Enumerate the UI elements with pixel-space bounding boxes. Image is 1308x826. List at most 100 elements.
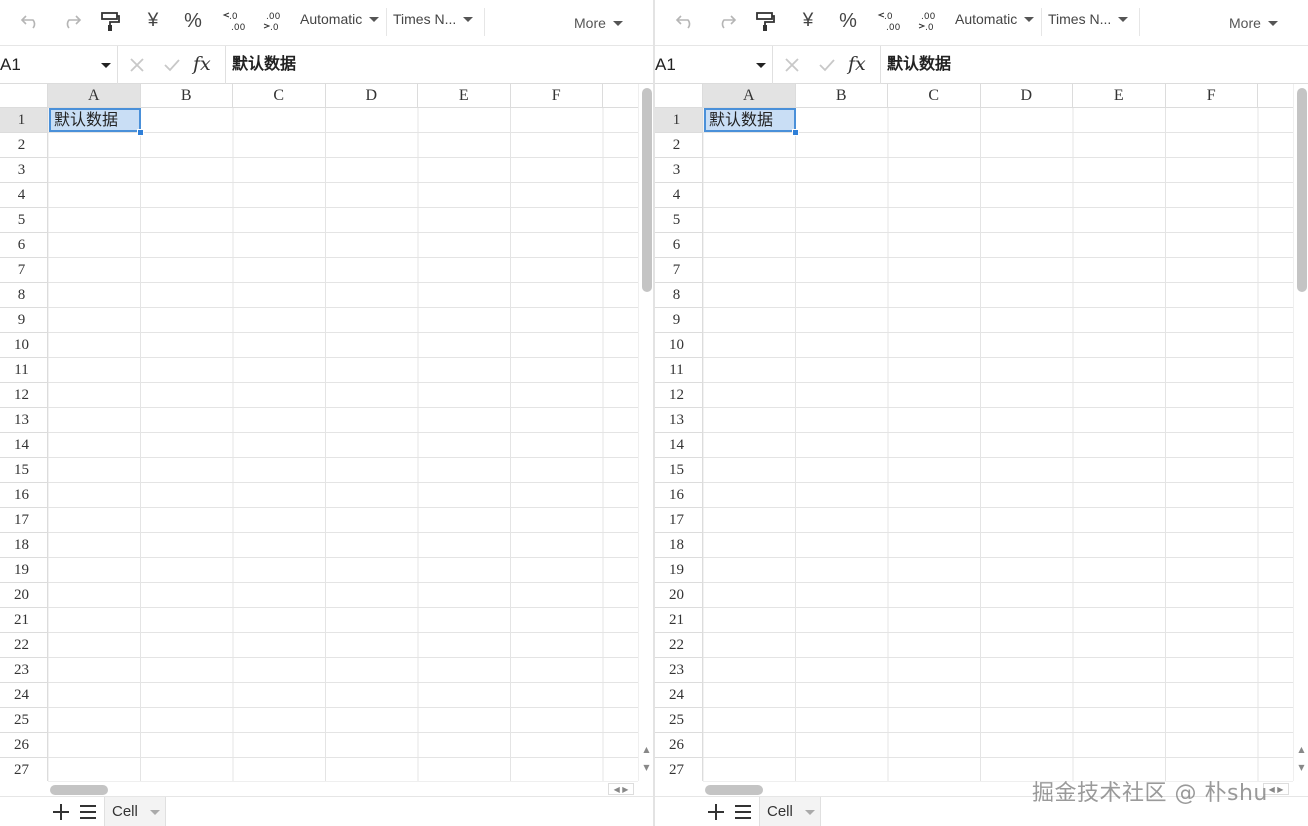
row-header[interactable]: 4 [655,183,703,208]
column-header[interactable]: E [1073,84,1166,108]
select-all-corner[interactable] [655,84,703,108]
decrease-decimal-button[interactable]: .0 .00 [876,8,902,34]
cell-area[interactable] [703,108,1293,781]
scroll-down-arrow-icon[interactable]: ▼ [639,761,653,775]
row-header[interactable]: 14 [655,433,703,458]
row-header[interactable]: 12 [0,383,48,408]
row-header[interactable]: 21 [655,608,703,633]
row-header[interactable]: 3 [655,158,703,183]
column-header[interactable]: E [418,84,511,108]
cell-area[interactable] [48,108,638,781]
row-header[interactable]: 6 [655,233,703,258]
column-header[interactable]: D [325,84,418,108]
scroll-up-arrow-icon[interactable]: ▲ [639,743,653,757]
row-header[interactable]: 20 [655,583,703,608]
row-header[interactable]: 13 [655,408,703,433]
column-header[interactable]: D [980,84,1073,108]
row-header[interactable]: 8 [0,283,48,308]
column-header[interactable]: A [703,84,796,108]
row-header[interactable]: 17 [655,508,703,533]
undo-button[interactable] [673,8,699,34]
column-header[interactable]: F [510,84,603,108]
row-header[interactable]: 4 [0,183,48,208]
currency-format-button[interactable]: ¥ [796,8,820,34]
sheet-grid[interactable]: ABCDEF 1 2 3 4 5 6 7 8 9 10 11 12 13 14 15 16 17 18 19 20 21… [655,84,1293,781]
sheet-grid[interactable]: ABCDEF 1 2 3 4 5 6 7 8 9 10 11 12 13 14 15 16 17 18 19 20 21… [0,84,638,781]
row-header[interactable]: 17 [0,508,48,533]
scroll-down-arrow-icon[interactable]: ▼ [1294,761,1308,775]
more-button[interactable]: More [574,10,630,36]
row-header[interactable]: 20 [0,583,48,608]
format-painter-button[interactable] [752,8,778,34]
row-header[interactable]: 8 [655,283,703,308]
row-header[interactable]: 27 [0,758,48,781]
row-header[interactable]: 24 [0,683,48,708]
row-header[interactable]: 27 [655,758,703,781]
row-header[interactable]: 14 [0,433,48,458]
formula-input[interactable]: 默认数据 [232,46,296,84]
decrease-decimal-button[interactable]: .0 .00 [221,8,247,34]
cell-a1[interactable]: 默认数据 [49,108,141,132]
format-painter-button[interactable] [97,8,123,34]
vertical-scroll-thumb[interactable] [642,88,652,292]
select-all-corner[interactable] [0,84,48,108]
row-header[interactable]: 9 [655,308,703,333]
column-header[interactable]: F [1165,84,1258,108]
row-header[interactable]: 3 [0,158,48,183]
font-family-dropdown[interactable]: Times N... [393,6,479,32]
row-header[interactable]: 26 [655,733,703,758]
row-header[interactable]: 18 [655,533,703,558]
column-header[interactable]: B [140,84,233,108]
redo-button[interactable] [713,8,739,34]
cancel-edit-button[interactable] [784,57,800,73]
row-header[interactable]: 25 [655,708,703,733]
increase-decimal-button[interactable]: .00 .0 [914,8,940,34]
cell-a1[interactable]: 默认数据 [704,108,796,132]
vertical-scrollbar[interactable]: ▲ ▼ [638,84,653,781]
row-header[interactable]: 24 [655,683,703,708]
column-header[interactable] [1258,84,1293,108]
row-header[interactable]: 1 [0,108,48,133]
scroll-up-arrow-icon[interactable]: ▲ [1294,743,1308,757]
more-button[interactable]: More [1229,10,1285,36]
sheet-list-button[interactable] [734,804,752,820]
cancel-edit-button[interactable] [129,57,145,73]
fill-handle[interactable] [137,129,144,136]
number-format-dropdown[interactable]: Automatic [300,6,382,32]
row-header[interactable]: 16 [0,483,48,508]
font-family-dropdown[interactable]: Times N... [1048,6,1134,32]
confirm-edit-button[interactable] [818,57,836,73]
horizontal-scrollbar[interactable]: ◀ ▶ [48,781,638,796]
row-header[interactable]: 6 [0,233,48,258]
row-header[interactable]: 23 [655,658,703,683]
column-header[interactable]: C [233,84,326,108]
horizontal-scroll-thumb[interactable] [50,785,108,795]
row-header[interactable]: 21 [0,608,48,633]
row-header[interactable]: 5 [0,208,48,233]
row-header[interactable]: 13 [0,408,48,433]
row-header[interactable]: 7 [655,258,703,283]
undo-button[interactable] [18,8,44,34]
horizontal-scroll-thumb[interactable] [705,785,763,795]
add-sheet-button[interactable] [707,803,725,821]
row-header[interactable]: 11 [655,358,703,383]
row-header[interactable]: 2 [655,133,703,158]
row-header[interactable]: 22 [0,633,48,658]
row-header[interactable]: 19 [655,558,703,583]
increase-decimal-button[interactable]: .00 .0 [259,8,285,34]
row-header[interactable]: 25 [0,708,48,733]
fill-handle[interactable] [792,129,799,136]
row-header[interactable]: 10 [0,333,48,358]
row-header[interactable]: 5 [655,208,703,233]
scroll-left-right-arrows-icon[interactable]: ◀ ▶ [608,783,634,795]
redo-button[interactable] [58,8,84,34]
row-header[interactable]: 16 [655,483,703,508]
row-header[interactable]: 12 [655,383,703,408]
row-header[interactable]: 23 [0,658,48,683]
name-box[interactable]: A1 [0,46,118,84]
column-header[interactable]: C [888,84,981,108]
row-header[interactable]: 18 [0,533,48,558]
column-header[interactable]: A [48,84,141,108]
sheet-list-button[interactable] [79,804,97,820]
row-header[interactable]: 15 [655,458,703,483]
